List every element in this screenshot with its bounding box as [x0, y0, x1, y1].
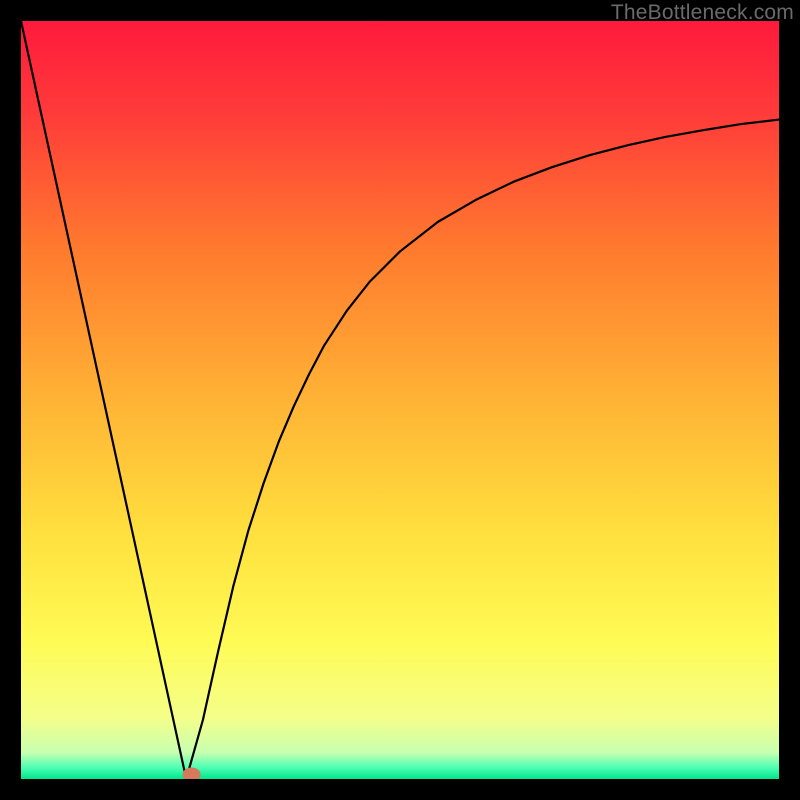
watermark-text: TheBottleneck.com [611, 1, 794, 25]
chart-frame [21, 21, 779, 779]
plot-background [21, 21, 779, 779]
chart-svg [21, 21, 779, 779]
